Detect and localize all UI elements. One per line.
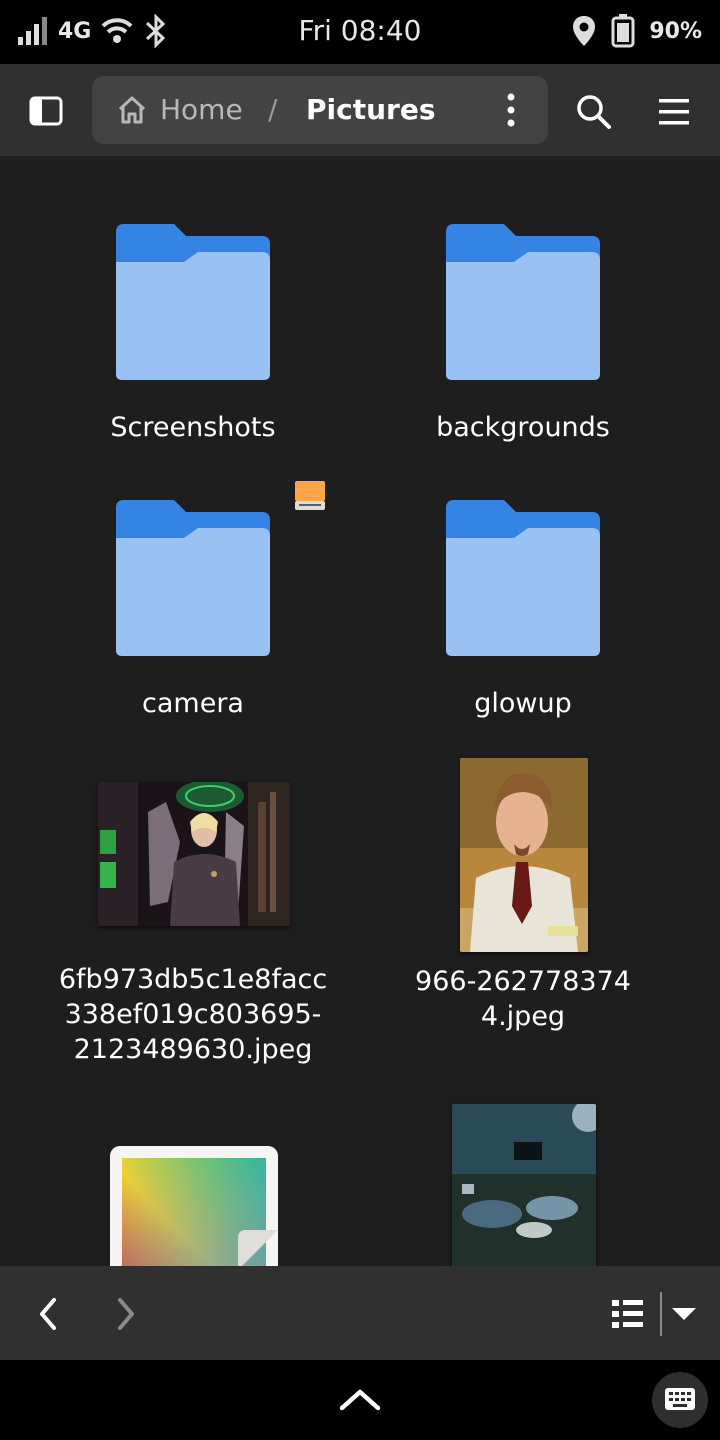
list-view-icon[interactable] xyxy=(608,1296,648,1332)
status-bar: 4G Fri 08:40 90% xyxy=(0,0,720,64)
bluetooth-icon xyxy=(146,14,166,48)
image-item[interactable] xyxy=(28,1144,358,1266)
location-icon xyxy=(573,16,596,46)
breadcrumb-current[interactable]: Pictures xyxy=(306,93,436,126)
header-bar: Home / Pictures xyxy=(0,64,720,156)
divider xyxy=(660,1292,662,1336)
kebab-menu-icon[interactable] xyxy=(496,90,526,130)
breadcrumb-home-label: Home xyxy=(160,93,243,126)
keyboard-icon xyxy=(665,1388,695,1410)
keyboard-button[interactable] xyxy=(652,1372,708,1428)
breadcrumb-separator: / xyxy=(268,93,278,126)
item-label-line: 6fb973db5c1e8facc 338ef019c803695- 21234… xyxy=(58,964,328,1065)
removable-drive-icon xyxy=(295,481,325,510)
network-type: 4G xyxy=(58,18,92,44)
folder-item[interactable]: Screenshots xyxy=(28,216,358,456)
item-label: 966-262778374 4.jpeg xyxy=(358,964,688,1034)
forward-icon[interactable] xyxy=(108,1294,144,1334)
image-item[interactable]: 966-262778374 4.jpeg xyxy=(358,756,688,1046)
path-bar: Home / Pictures xyxy=(92,76,548,144)
item-label: backgrounds xyxy=(436,412,610,443)
wifi-icon xyxy=(101,18,133,43)
item-label: glowup xyxy=(474,688,572,719)
navigation-bar xyxy=(0,1360,720,1440)
item-label: Screenshots xyxy=(110,412,276,443)
battery-icon xyxy=(611,14,635,48)
folder-icon xyxy=(116,224,270,380)
folder-item[interactable]: camera xyxy=(28,481,358,732)
image-item[interactable]: 6fb973db5c1e8facc 338ef019c803695- 21234… xyxy=(28,756,358,1076)
image-thumbnail xyxy=(452,1104,596,1266)
folder-icon xyxy=(446,500,600,656)
item-label-line: 966-262778374 4.jpeg xyxy=(415,966,631,1032)
folder-item[interactable]: glowup xyxy=(358,492,688,732)
chevron-down-icon[interactable] xyxy=(670,1302,698,1326)
folder-item[interactable]: backgrounds xyxy=(358,216,688,456)
back-icon[interactable] xyxy=(30,1294,66,1334)
image-item[interactable] xyxy=(358,1102,688,1266)
file-grid: Screenshots backgrounds camera glowup 6f… xyxy=(0,156,720,1266)
image-thumbnail xyxy=(460,758,588,952)
image-thumbnail xyxy=(98,782,290,926)
sidebar-toggle-icon[interactable] xyxy=(24,90,68,130)
item-label: camera xyxy=(142,688,244,719)
search-icon[interactable] xyxy=(572,90,616,134)
chevron-up-icon[interactable] xyxy=(336,1386,384,1414)
breadcrumb-home[interactable]: Home xyxy=(116,93,243,126)
item-label: 6fb973db5c1e8facc 338ef019c803695- 21234… xyxy=(28,962,358,1067)
hamburger-menu-icon[interactable] xyxy=(652,90,696,134)
folder-icon xyxy=(446,224,600,380)
image-file-icon xyxy=(110,1146,278,1266)
folder-icon xyxy=(116,500,270,656)
signal-icon xyxy=(18,17,47,45)
home-icon xyxy=(118,96,146,123)
battery-level: 90% xyxy=(649,18,702,44)
bottom-bar xyxy=(0,1266,720,1360)
